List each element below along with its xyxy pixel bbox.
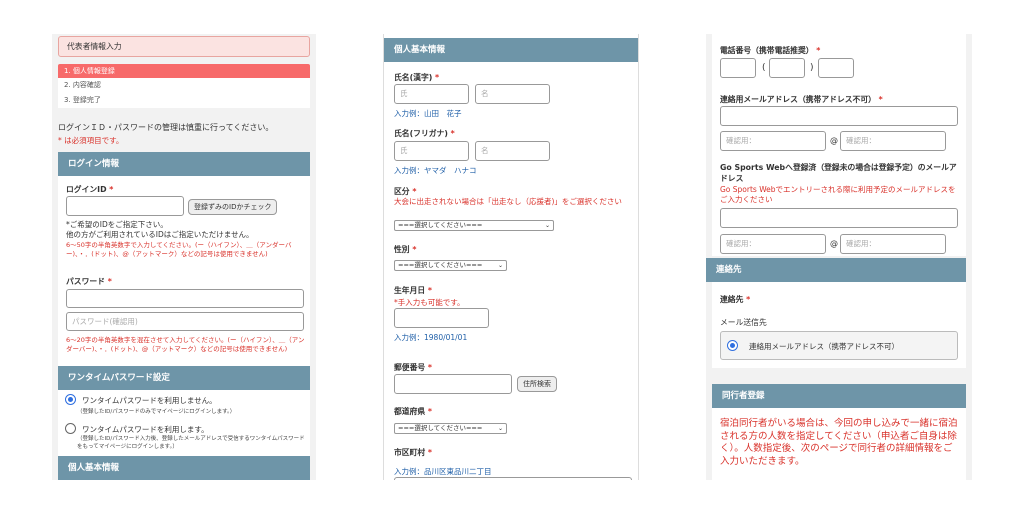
email-at: @ [830,136,838,145]
phone-number-input[interactable] [818,58,854,78]
otp-on-radio[interactable] [65,423,76,434]
email-confirm-local-input[interactable]: 確認用： [720,131,826,151]
name-kanji-label: 氏名(漢字) * [394,73,440,82]
gosports-label: Go Sports Webへ登録済（登録未の場合は登録予定）のメールアドレス [720,163,957,183]
personal-section-header: 個人基本情報 [58,456,310,480]
step-list: 1. 個人情報登録 2. 内容確認 3. 登録完了 [58,64,310,108]
gosports-confirm-domain-input[interactable]: 確認用： [840,234,946,254]
phone-paren-close: ) [810,63,814,73]
postal-input[interactable] [394,374,512,394]
companion-text: 宿泊同行者がいる場合は、今回の申し込みで一緒に宿泊される方の人数を指定してくださ… [720,418,958,467]
gosports-email-input[interactable] [720,208,958,228]
sei-kanji-input[interactable]: 氏 [394,84,469,104]
contact-section-header: 連絡先 [706,258,966,282]
password-confirm-input[interactable]: パスワード(確認用) [66,312,304,331]
rep-header: 代表者情報入力 [58,36,310,57]
city-example: 入力例：品川区東品川二丁目 [394,467,492,476]
birthday-note: *手入力も可能です。 [394,298,465,307]
email-input[interactable] [720,106,958,126]
city-input-edge[interactable] [394,477,632,480]
gender-label: 性別 * [394,245,417,254]
name-kanji-example: 入力例：山田 花子 [394,109,462,118]
name-kana-label: 氏名(フリガナ) * [394,129,455,138]
name-kana-example: 入力例：ヤマダ ハナコ [394,166,477,175]
otp-off-radio[interactable] [65,394,76,405]
radio-icon[interactable] [727,340,738,351]
contact-panel: 電話番号（携帯電話推奨） * ( ) 連絡用メールアドレス（携帯アドレス不可） … [706,34,972,480]
mei-kanji-input[interactable]: 名 [475,84,550,104]
required-note: * は必須項目です。 [58,136,124,145]
phone-area-input[interactable] [720,58,756,78]
gender-select[interactable]: ===選択してください=== ⌄ [394,260,507,271]
chevron-down-icon: ⌄ [544,222,550,229]
companion-section-header: 同行者登録 [712,384,966,408]
chevron-down-icon: ⌄ [497,425,503,432]
otp-on-sub: （登録したID/パスワード入力後、登録したメールアドレスで受信するワンタイムパス… [77,436,305,450]
category-note: 大会に出走されない場合は「出走なし（応援者)」をご選択ください [394,197,622,206]
city-label: 市区町村 * [394,448,432,457]
postal-label: 郵便番号 * [394,363,432,372]
otp-section-header: ワンタイムパスワード設定 [58,366,310,390]
gosports-confirm-local-input[interactable]: 確認用： [720,234,826,254]
mail-dest-label: メール送信先 [720,318,767,327]
email-confirm-domain-input[interactable]: 確認用： [840,131,946,151]
login-section-header: ログイン情報 [58,152,310,176]
step-1: 1. 個人情報登録 [58,64,310,78]
email-label: 連絡用メールアドレス（携帯アドレス不可） * [720,95,883,104]
birthday-label: 生年月日 * [394,286,432,295]
otp-off-sub: （登録したID/パスワードのみでマイページにログインします。） [77,409,236,415]
mail-dest-option-label: 連絡用メールアドレス（携帯アドレス不可） [749,342,899,351]
step-3: 3. 登録完了 [58,93,310,108]
category-select[interactable]: ===選択してください=== ⌄ [394,220,554,231]
login-id-rule: 6〜50字の半角英数字で入力してください。(ー（ハイフン）、＿（アンダーバー)、… [66,241,292,258]
prefecture-label: 都道府県 * [394,407,432,416]
password-input[interactable] [66,289,304,308]
login-id-input[interactable] [66,196,184,216]
birthday-input[interactable] [394,308,489,328]
login-hint: *ご希望のIDをご指定下さい。 他の方がご利用されているIDはご指定いただけません… [66,220,254,239]
step-2: 2. 内容確認 [58,78,310,93]
contact-label: 連絡先 * [720,295,751,304]
login-id-label: ログインID * [66,185,114,194]
sei-kana-input[interactable]: 氏 [394,141,469,161]
password-label: パスワード * [66,277,112,286]
check-id-button[interactable]: 登録ずみのIDかチェック [188,199,278,215]
prefecture-select[interactable]: ===選択してください=== ⌄ [394,423,507,434]
login-form-panel: 代表者情報入力 1. 個人情報登録 2. 内容確認 3. 登録完了 ログインＩＤ… [52,34,316,480]
gosports-at: @ [830,239,838,248]
mei-kana-input[interactable]: 名 [475,141,550,161]
category-label: 区分 * [394,187,417,196]
login-notice: ログインＩＤ・パスワードの管理は慎重に行ってください。 [58,123,274,132]
rep-header-label: 代表者情報入力 [67,42,122,51]
birthday-example: 入力例：1980/01/01 [394,333,468,342]
phone-label: 電話番号（携帯電話推奨） * [720,46,821,55]
personal-section-header: 個人基本情報 [384,38,638,62]
phone-city-input[interactable] [769,58,805,78]
otp-on-label[interactable]: ワンタイムパスワードを利用します。 [82,424,209,435]
phone-paren-open: ( [762,63,766,73]
password-rule: 6〜20字の半角英数字を混在させて入力してください。(ー（ハイフン）、＿（アンダ… [66,336,305,353]
chevron-down-icon: ⌄ [497,262,503,269]
gosports-note: Go Sports Webでエントリーされる際に利用予定のメールアドレスをご入力… [720,185,956,204]
address-search-button[interactable]: 住所検索 [517,376,557,392]
mail-dest-option[interactable]: 連絡用メールアドレス（携帯アドレス不可） [720,331,958,360]
otp-off-label[interactable]: ワンタイムパスワードを利用しません。 [82,395,217,406]
personal-info-panel: 個人基本情報 氏名(漢字) * 氏 名 入力例：山田 花子 氏名(フリガナ) *… [383,34,639,480]
